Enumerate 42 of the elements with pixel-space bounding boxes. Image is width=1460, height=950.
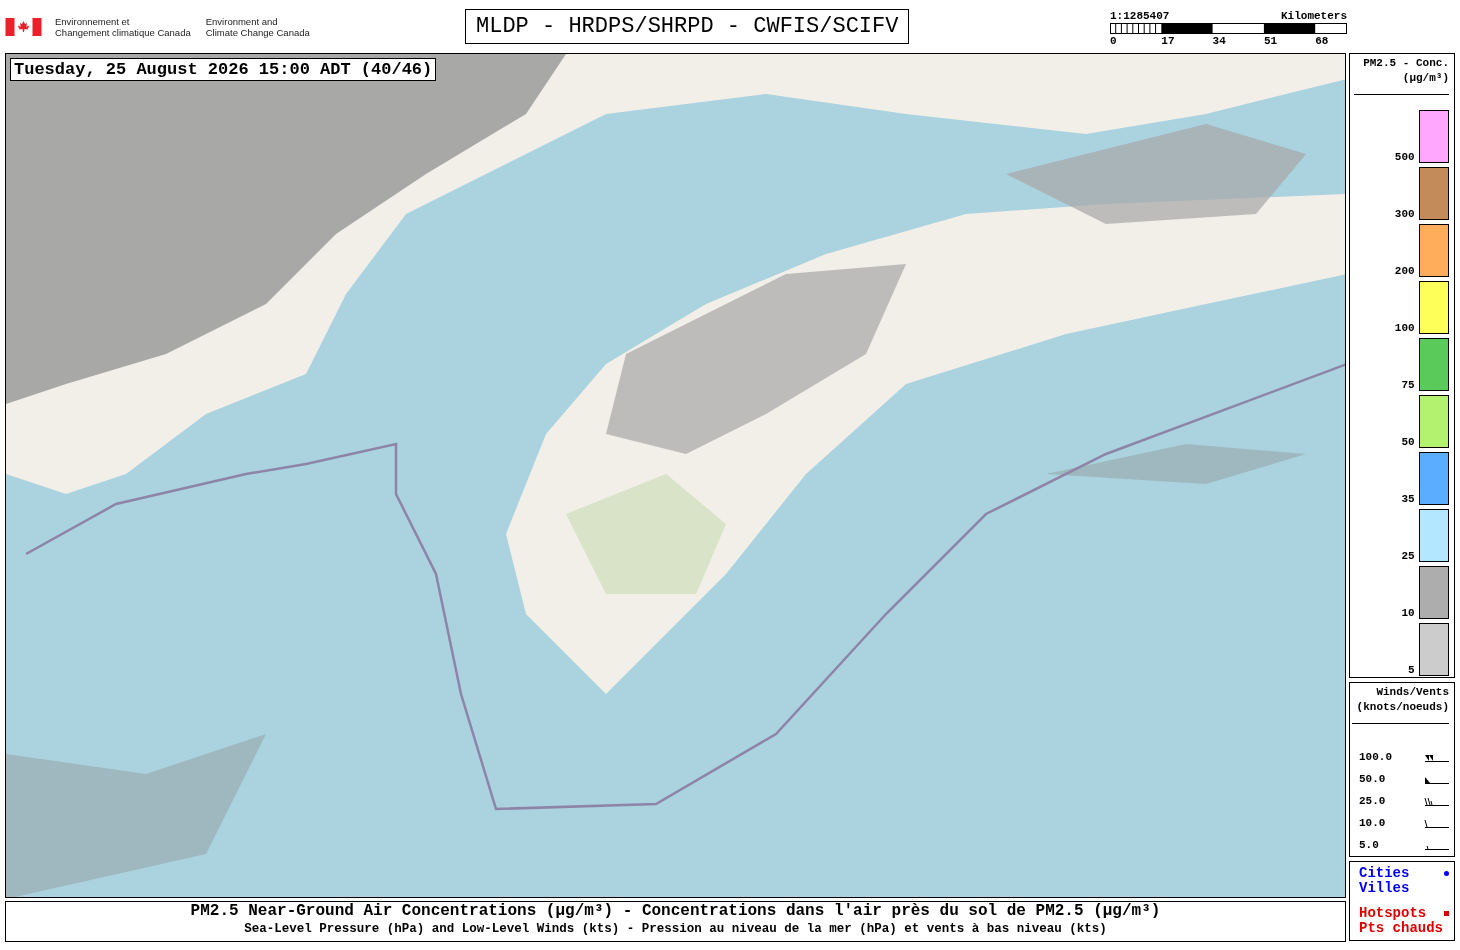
timestamp-label: Tuesday, 25 August 2026 15:00 ADT (40/46) xyxy=(10,58,437,81)
city-dot-icon xyxy=(1444,871,1449,876)
legend-value: 75 xyxy=(1400,380,1415,391)
legend-title: PM2.5 - Conc. xyxy=(1362,56,1449,71)
wind-speed-label: 100.0 xyxy=(1359,751,1392,763)
legend-label: Villes xyxy=(1359,881,1410,896)
wind-speed-label: 5.0 xyxy=(1359,839,1379,851)
wind-barb-icon xyxy=(1423,752,1449,762)
map-title: MLDP - HRDPS/SHRPD - CWFIS/SCIFV xyxy=(465,9,910,44)
scale-tick: 34 xyxy=(1212,36,1226,47)
wind-speed-label: 10.0 xyxy=(1359,817,1386,829)
legend-value: 10 xyxy=(1400,608,1415,619)
wind-speed-label: 25.0 xyxy=(1359,795,1386,807)
agency-name: Environment and Climate Change Canada xyxy=(205,15,310,38)
legend-label: Hotspots xyxy=(1359,906,1428,921)
legend-value: 100 xyxy=(1393,323,1415,334)
legend-value: 5 xyxy=(1407,665,1415,676)
legend-value: 25 xyxy=(1400,551,1415,562)
hotspot-square-icon xyxy=(1444,911,1449,916)
wind-barb-icon xyxy=(1423,818,1449,828)
scale-tick: 68 xyxy=(1315,36,1329,47)
scale-ratio: 1:1285407 xyxy=(1110,11,1170,22)
legend-value: 300 xyxy=(1393,209,1415,220)
scale-unit: Kilometers xyxy=(1281,11,1347,22)
scale-tick: 51 xyxy=(1263,36,1278,47)
caption-subtitle: Sea-Level Pressure (hPa) and Low-Level Winds (kts) - Pression au niveau de la mer (hPa) et vents à bas niveau (kts) xyxy=(243,921,1108,937)
legend-label: Pts chauds xyxy=(1359,921,1443,936)
scale-tick: 0 xyxy=(1110,36,1117,47)
legend-value: 500 xyxy=(1393,152,1415,163)
caption-title: PM2.5 Near-Ground Air Concentrations (µg/m³) - Concentrations dans l'air près du sol de PM2.5 (µg/m³) xyxy=(189,902,1162,921)
legend-unit: (µg/m³) xyxy=(1401,71,1449,86)
legend-value: 50 xyxy=(1400,437,1415,448)
legend-value: 200 xyxy=(1393,266,1415,277)
wind-barb-icon xyxy=(1423,796,1449,806)
legend-value: 35 xyxy=(1400,494,1415,505)
scale-tick: 17 xyxy=(1161,36,1175,47)
legend-label: Cities xyxy=(1359,866,1410,881)
wind-speed-label: 50.0 xyxy=(1359,773,1386,785)
legend-unit: (knots/noeuds) xyxy=(1355,700,1449,715)
flag-icon xyxy=(5,17,42,36)
agency-name: Environnement et Changement climatique Canada xyxy=(55,15,191,38)
legend-title: Winds/Vents xyxy=(1375,685,1449,700)
